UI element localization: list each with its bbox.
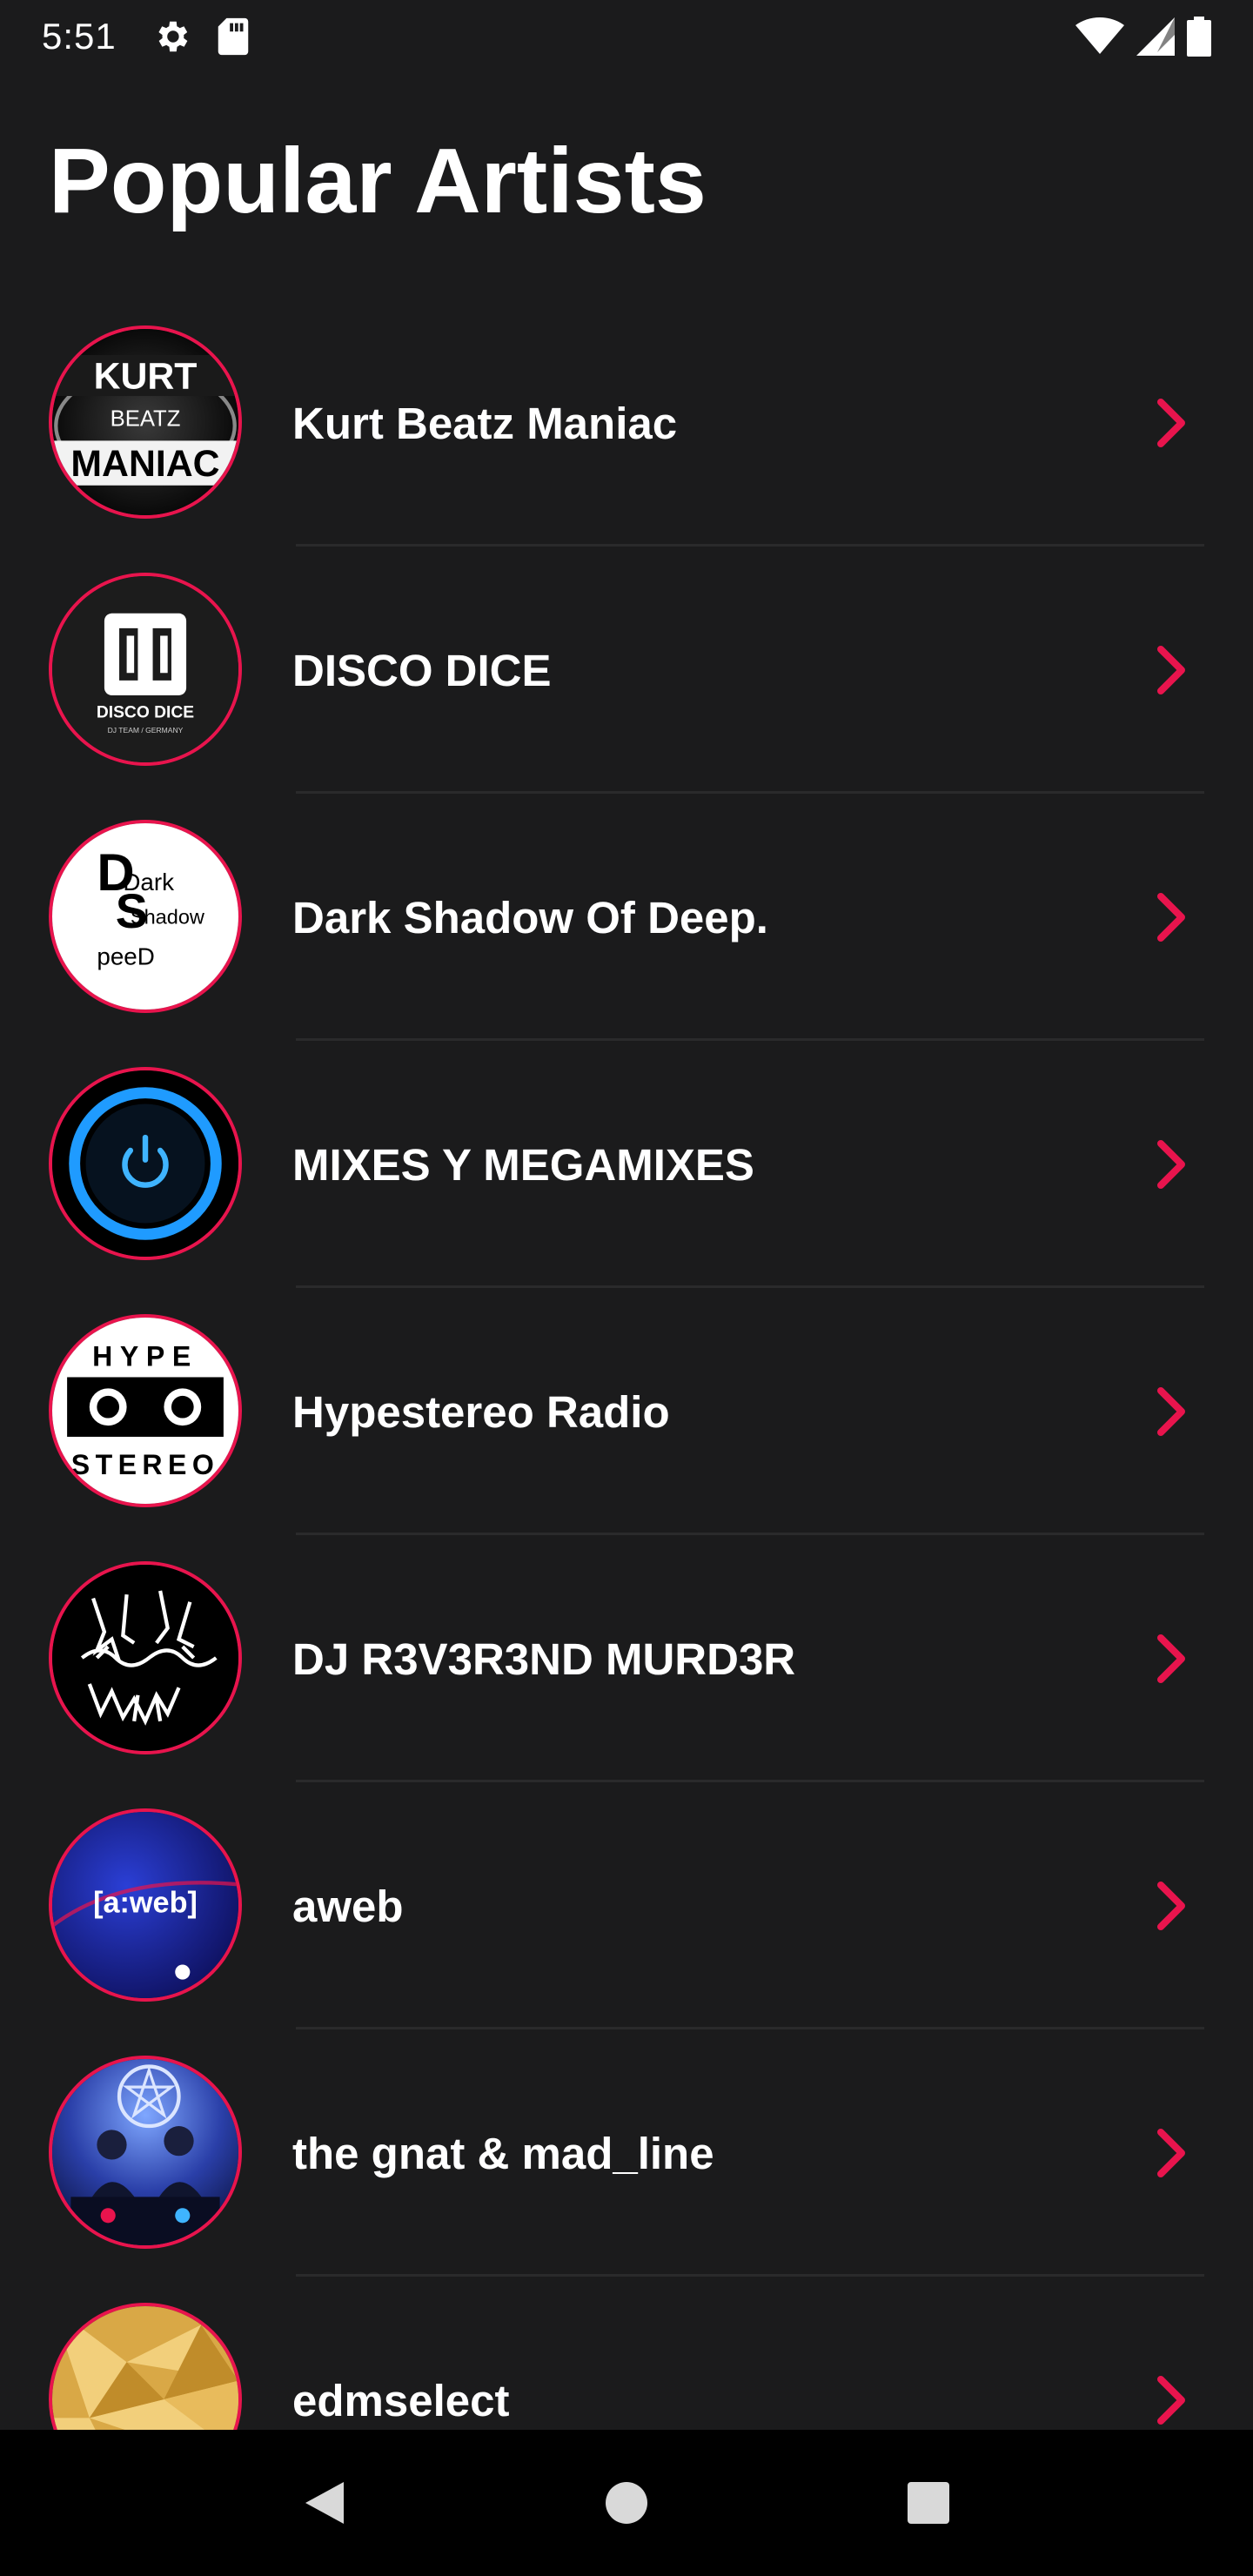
artist-name: the gnat & mad_line <box>292 2128 714 2178</box>
hypestereo-logo: HYPE STEREO <box>52 1318 238 1504</box>
artist-name: Hypestereo Radio <box>292 1386 670 1437</box>
artist-name: edmselect <box>292 2375 510 2425</box>
artist-name: aweb <box>292 1881 404 1931</box>
page-title: Popular Artists <box>49 130 707 232</box>
dark-shadow-logo: D Dark Shadow S peeD <box>52 823 238 1010</box>
svg-text:DISCO DICE: DISCO DICE <box>97 704 194 722</box>
status-right-icons <box>1075 17 1211 57</box>
status-time: 5:51 <box>42 16 117 57</box>
screen: 5:51 Popular Artists KURT BEATZ MANIAC K… <box>0 0 1253 2576</box>
artist-row[interactable]: D Dark Shadow S peeD Dark Shadow Of Deep… <box>0 794 1253 1041</box>
artist-row[interactable]: [a:web] aweb <box>0 1782 1253 2029</box>
artist-avatar <box>49 2056 242 2249</box>
svg-text:KURT: KURT <box>94 355 198 397</box>
back-icon[interactable] <box>302 2479 347 2527</box>
artist-row[interactable]: KURT BEATZ MANIAC Kurt Beatz Maniac <box>0 299 1253 547</box>
chevron-right-icon <box>1157 893 1185 942</box>
artist-name: DISCO DICE <box>292 645 552 695</box>
wifi-icon <box>1075 17 1124 56</box>
artist-name: Dark Shadow Of Deep. <box>292 892 768 943</box>
artist-avatar: HYPE STEREO <box>49 1314 242 1507</box>
kurt-beatz-logo: KURT BEATZ MANIAC <box>52 329 238 515</box>
svg-text:MANIAC: MANIAC <box>70 443 219 485</box>
svg-text:STEREO: STEREO <box>71 1449 219 1480</box>
sd-card-icon <box>216 17 251 57</box>
chevron-right-icon <box>1157 1634 1185 1683</box>
navigation-bar <box>0 2430 1253 2576</box>
artist-avatar: DISCO DICE DJ TEAM / GERMANY <box>49 573 242 766</box>
artist-row[interactable]: HYPE STEREO Hypestereo Radio <box>0 1288 1253 1535</box>
settings-icon <box>151 17 191 57</box>
artist-avatar <box>49 1561 242 1754</box>
chevron-right-icon <box>1157 2129 1185 2177</box>
disco-dice-logo: DISCO DICE DJ TEAM / GERMANY <box>52 576 238 762</box>
artist-avatar <box>49 1067 242 1260</box>
chevron-right-icon <box>1157 399 1185 447</box>
artist-row[interactable]: the gnat & mad_line <box>0 2029 1253 2277</box>
artist-name: Kurt Beatz Maniac <box>292 398 678 448</box>
svg-text:peeD: peeD <box>97 943 154 970</box>
chevron-right-icon <box>1157 1387 1185 1436</box>
artist-row[interactable]: MIXES Y MEGAMIXES <box>0 1041 1253 1288</box>
home-icon[interactable] <box>604 2480 649 2526</box>
svg-text:DJ TEAM / GERMANY: DJ TEAM / GERMANY <box>108 726 184 735</box>
chevron-right-icon <box>1157 1882 1185 1930</box>
artist-row[interactable]: edmselect <box>0 2277 1253 2430</box>
chevron-right-icon <box>1157 646 1185 694</box>
chevron-right-icon <box>1157 2376 1185 2425</box>
artist-avatar: [a:web] <box>49 1808 242 2002</box>
artist-list[interactable]: KURT BEATZ MANIAC Kurt Beatz Maniac DISC… <box>0 299 1253 2430</box>
gnat-madline-photo <box>52 2059 238 2245</box>
aweb-logo: [a:web] <box>52 1812 238 1998</box>
artist-avatar <box>49 2303 242 2430</box>
power-button-logo <box>52 1070 238 1257</box>
recents-icon[interactable] <box>906 2480 951 2526</box>
edmselect-logo <box>52 2306 238 2430</box>
svg-text:HYPE: HYPE <box>92 1341 198 1372</box>
artist-row[interactable]: DJ R3V3R3ND MURD3R <box>0 1535 1253 1782</box>
metal-logo <box>52 1565 238 1751</box>
svg-text:S: S <box>116 884 148 938</box>
status-left-icons <box>151 17 251 57</box>
svg-text:BEATZ: BEATZ <box>111 406 181 431</box>
artist-row[interactable]: DISCO DICE DJ TEAM / GERMANY DISCO DICE <box>0 547 1253 794</box>
status-bar: 5:51 <box>0 0 1253 73</box>
artist-avatar: KURT BEATZ MANIAC <box>49 325 242 519</box>
signal-icon <box>1136 17 1175 56</box>
svg-text:[a:web]: [a:web] <box>93 1887 198 1920</box>
artist-avatar: D Dark Shadow S peeD <box>49 820 242 1013</box>
battery-icon <box>1187 17 1211 57</box>
artist-name: DJ R3V3R3ND MURD3R <box>292 1633 796 1684</box>
artist-name: MIXES Y MEGAMIXES <box>292 1139 754 1190</box>
chevron-right-icon <box>1157 1140 1185 1189</box>
